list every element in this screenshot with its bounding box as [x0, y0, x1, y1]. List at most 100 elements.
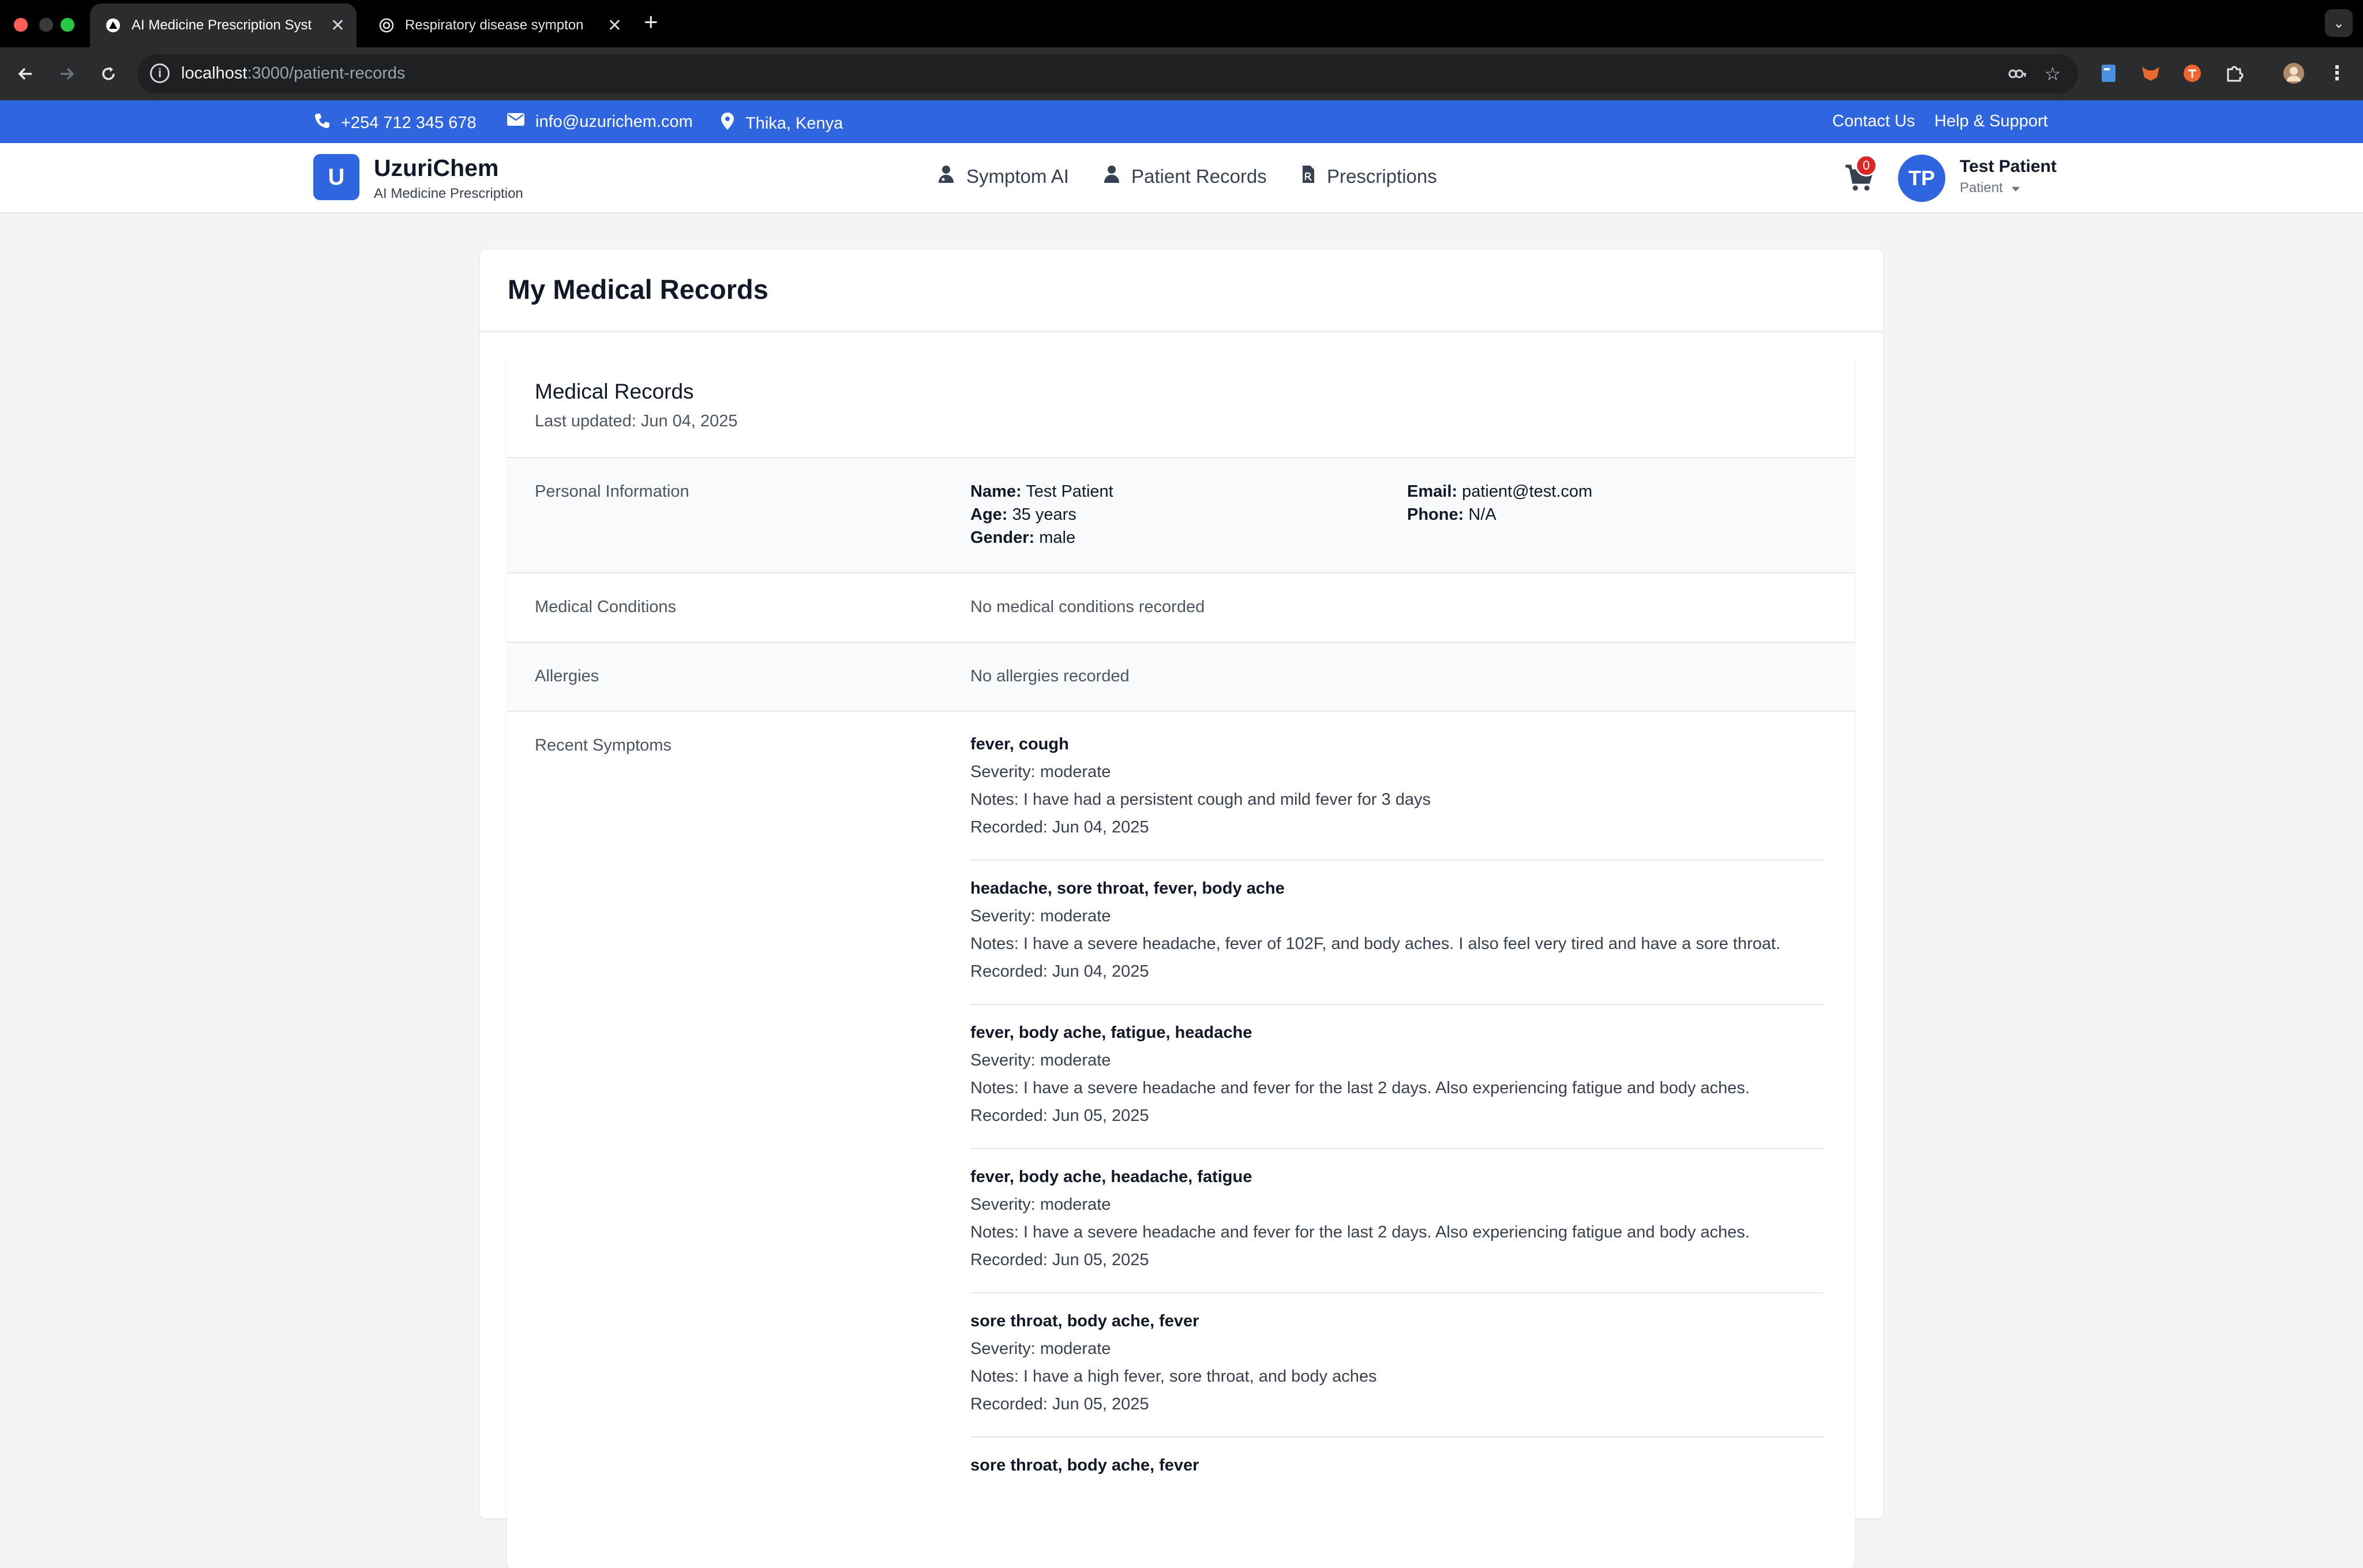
browser-tab-active[interactable]: AI Medicine Prescription Syst ✕ — [90, 3, 357, 47]
browser-tabstrip: AI Medicine Prescription Syst ✕ Respirat… — [0, 0, 2363, 47]
profile-avatar-icon[interactable] — [2281, 60, 2307, 87]
divider — [970, 1292, 1824, 1293]
extension-doc-icon[interactable] — [2095, 60, 2122, 87]
patient-email: Email: patient@test.com — [1407, 482, 1593, 501]
patient-phone: Phone: N/A — [1407, 505, 1496, 524]
brand-logo[interactable]: U — [313, 154, 359, 200]
nav-label: Symptom AI — [966, 166, 1069, 187]
reload-icon[interactable] — [93, 59, 123, 89]
close-tab-icon[interactable]: ✕ — [607, 16, 622, 36]
patient-age: Age: 35 years — [970, 505, 1077, 524]
contact-topbar: +254 712 345 678 info@uzurichem.com Thik… — [0, 100, 2363, 143]
symptom-entry: sore throat, body ache, fever Severity: … — [970, 1312, 1824, 1423]
close-tab-icon[interactable]: ✕ — [331, 16, 345, 36]
symptom-title: fever, body ache, headache, fatigue — [970, 1168, 1252, 1186]
contact-us-link[interactable]: Contact Us — [1832, 112, 1915, 131]
symptom-notes: Notes: I have a severe headache and feve… — [970, 1079, 1750, 1097]
triangle-favicon-icon — [105, 17, 121, 33]
password-key-icon[interactable] — [2005, 62, 2028, 85]
extension-orange-icon[interactable] — [2179, 60, 2206, 87]
phone-icon — [313, 112, 331, 134]
row-label: Recent Symptoms — [535, 736, 672, 755]
symptom-title: sore throat, body ache, fever — [970, 1456, 1199, 1475]
site-header: U UzuriChem AI Medicine Prescription Sym… — [0, 143, 2363, 213]
divider — [970, 1004, 1824, 1005]
symptom-recorded: Recorded: Jun 04, 2025 — [970, 818, 1149, 836]
divider — [480, 331, 1883, 332]
page-title: My Medical Records — [508, 274, 768, 305]
brand-name[interactable]: UzuriChem — [374, 155, 498, 182]
medical-conditions-row: Medical Conditions No medical conditions… — [507, 572, 1855, 642]
nav-prescriptions[interactable]: Prescriptions — [1301, 165, 1437, 188]
symptom-title: fever, body ache, fatigue, headache — [970, 1023, 1252, 1042]
symptom-notes: Notes: I have a severe headache, fever o… — [970, 935, 1781, 953]
bookmark-star-icon[interactable]: ☆ — [2041, 62, 2064, 85]
topbar-email[interactable]: info@uzurichem.com — [507, 112, 693, 132]
prescription-file-icon — [1301, 165, 1315, 188]
symptom-severity: Severity: moderate — [970, 1340, 1111, 1358]
maximize-window-button[interactable] — [61, 18, 74, 32]
symptom-entry: fever, body ache, headache, fatigue Seve… — [970, 1168, 1824, 1278]
location-pin-icon — [720, 112, 735, 135]
symptom-title: headache, sore throat, fever, body ache — [970, 879, 1285, 898]
location-text: Thika, Kenya — [745, 114, 843, 133]
tab-title: AI Medicine Prescription Syst — [132, 17, 312, 33]
extensions-puzzle-icon[interactable] — [2221, 60, 2248, 87]
symptom-recorded: Recorded: Jun 05, 2025 — [970, 1106, 1149, 1125]
close-window-button[interactable] — [14, 18, 28, 32]
nav-symptom-ai[interactable]: Symptom AI — [937, 165, 1069, 188]
nav-label: Patient Records — [1131, 166, 1267, 187]
records-panel: Medical Records Last updated: Jun 04, 20… — [507, 357, 1855, 1568]
symptom-severity: Severity: moderate — [970, 1195, 1111, 1214]
row-label: Personal Information — [535, 482, 689, 501]
url-text: localhost:3000/patient-records — [181, 64, 406, 82]
brand-subtitle: AI Medicine Prescription — [374, 186, 523, 201]
medical-records-card: My Medical Records Medical Records Last … — [480, 249, 1883, 1568]
browser-menu-icon[interactable]: ⋮ — [2324, 60, 2350, 87]
email-text: info@uzurichem.com — [535, 112, 693, 131]
topbar-phone[interactable]: +254 712 345 678 — [313, 112, 477, 134]
symptom-recorded: Recorded: Jun 04, 2025 — [970, 962, 1149, 981]
new-tab-icon[interactable]: + — [644, 8, 658, 36]
symptom-title: sore throat, body ache, fever — [970, 1312, 1199, 1330]
topbar-location[interactable]: Thika, Kenya — [720, 112, 843, 135]
back-icon[interactable] — [10, 59, 40, 89]
divider — [970, 1436, 1824, 1438]
cart-count-badge: 0 — [1855, 155, 1877, 177]
user-doctor-icon — [937, 165, 955, 188]
patient-gender: Gender: male — [970, 528, 1076, 547]
user-name[interactable]: Test Patient — [1960, 157, 2057, 177]
tab-title: Respiratory disease sympton — [405, 17, 584, 33]
last-updated: Last updated: Jun 04, 2025 — [535, 412, 738, 430]
tab-search-icon[interactable]: ⌄ — [2325, 9, 2353, 37]
divider — [970, 1148, 1824, 1149]
user-icon — [1104, 165, 1120, 188]
site-info-icon[interactable]: i — [150, 63, 170, 83]
extension-fox-icon[interactable] — [2137, 60, 2164, 87]
symptom-severity: Severity: moderate — [970, 763, 1111, 781]
caret-down-icon — [2011, 180, 2020, 196]
minimize-window-button[interactable] — [39, 18, 53, 32]
nav-patient-records[interactable]: Patient Records — [1104, 165, 1267, 188]
recent-symptoms-row: Recent Symptoms fever, cough Severity: m… — [507, 711, 1855, 1568]
symptom-notes: Notes: I have a severe headache and feve… — [970, 1223, 1750, 1241]
divider — [970, 860, 1824, 861]
allergies-row: Allergies No allergies recorded — [507, 642, 1855, 711]
symptom-recorded: Recorded: Jun 05, 2025 — [970, 1251, 1149, 1269]
forward-icon[interactable] — [52, 59, 82, 89]
row-label: Allergies — [535, 667, 599, 685]
browser-tab[interactable]: Respiratory disease sympton ✕ — [363, 3, 633, 47]
personal-info-row: Personal Information Name: Test Patient … — [507, 457, 1855, 572]
section-title: Medical Records — [535, 380, 694, 403]
user-role[interactable]: Patient — [1960, 180, 2020, 196]
address-bar[interactable]: i localhost:3000/patient-records ☆ — [137, 54, 2078, 93]
symptom-entry: fever, body ache, fatigue, headache Seve… — [970, 1023, 1824, 1134]
symptom-entry: fever, cough Severity: moderate Notes: I… — [970, 735, 1824, 846]
user-avatar[interactable]: TP — [1898, 155, 1945, 202]
symptom-recorded: Recorded: Jun 05, 2025 — [970, 1395, 1149, 1413]
patient-name: Name: Test Patient — [970, 482, 1113, 501]
symptom-entry: sore throat, body ache, fever — [970, 1456, 1824, 1484]
symptom-severity: Severity: moderate — [970, 1051, 1111, 1070]
help-support-link[interactable]: Help & Support — [1934, 112, 2048, 131]
symptom-notes: Notes: I have had a persistent cough and… — [970, 790, 1431, 809]
